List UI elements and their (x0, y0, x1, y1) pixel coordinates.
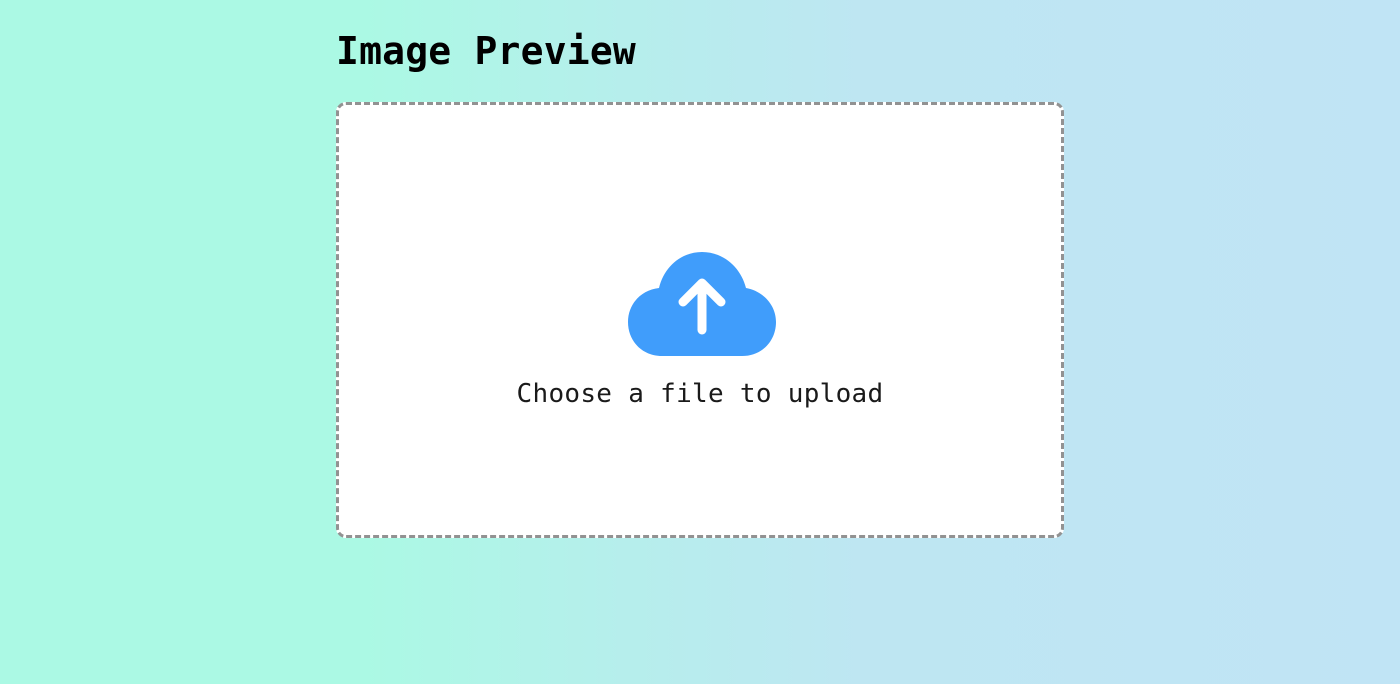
page-title: Image Preview (336, 29, 637, 73)
main-container: Image Preview Choose a file to upload (336, 0, 1066, 538)
upload-dropzone[interactable]: Choose a file to upload (336, 102, 1064, 538)
